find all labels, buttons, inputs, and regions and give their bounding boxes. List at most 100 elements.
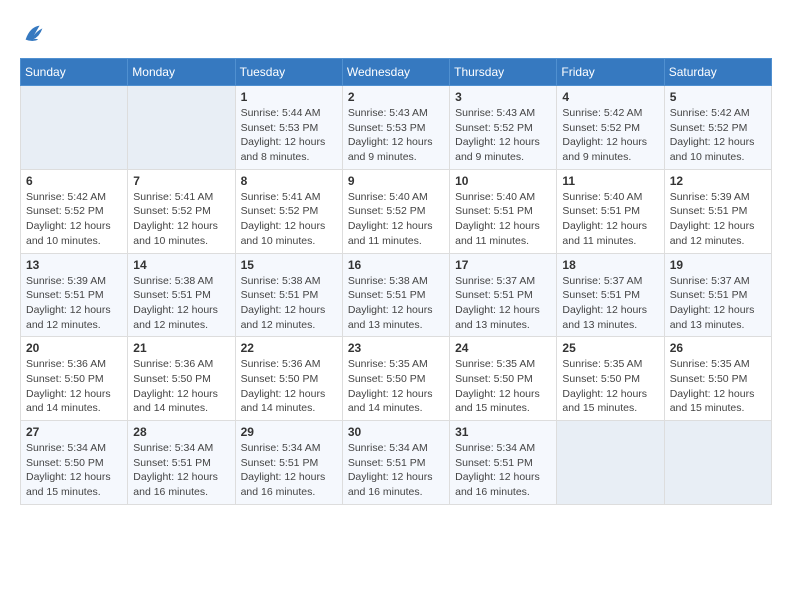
day-number: 28 xyxy=(133,425,229,439)
calendar-cell: 24 Sunrise: 5:35 AMSunset: 5:50 PMDayligh… xyxy=(450,337,557,421)
calendar-cell: 10 Sunrise: 5:40 AMSunset: 5:51 PMDayligh… xyxy=(450,169,557,253)
day-number: 5 xyxy=(670,90,766,104)
day-info: Sunrise: 5:34 AMSunset: 5:50 PMDaylight:… xyxy=(26,441,122,500)
calendar-cell: 2 Sunrise: 5:43 AMSunset: 5:53 PMDaylight… xyxy=(342,86,449,170)
day-info: Sunrise: 5:42 AMSunset: 5:52 PMDaylight:… xyxy=(670,106,766,165)
calendar-cell xyxy=(128,86,235,170)
day-number: 18 xyxy=(562,258,658,272)
day-info: Sunrise: 5:38 AMSunset: 5:51 PMDaylight:… xyxy=(133,274,229,333)
day-number: 15 xyxy=(241,258,337,272)
calendar-cell: 30Sunrise: 5:34 AMSunset: 5:51 PMDayligh… xyxy=(342,421,449,505)
day-number: 29 xyxy=(241,425,337,439)
calendar-cell xyxy=(21,86,128,170)
day-info: Sunrise: 5:40 AMSunset: 5:52 PMDaylight:… xyxy=(348,190,444,249)
calendar-table: SundayMondayTuesdayWednesdayThursdayFrid… xyxy=(20,58,772,505)
day-info: Sunrise: 5:36 AMSunset: 5:50 PMDaylight:… xyxy=(26,357,122,416)
column-header-wednesday: Wednesday xyxy=(342,59,449,86)
day-info: Sunrise: 5:42 AMSunset: 5:52 PMDaylight:… xyxy=(26,190,122,249)
day-number: 10 xyxy=(455,174,551,188)
calendar-week-row: 27 Sunrise: 5:34 AMSunset: 5:50 PMDayligh… xyxy=(21,421,772,505)
logo xyxy=(20,20,52,48)
calendar-cell: 18 Sunrise: 5:37 AMSunset: 5:51 PMDayligh… xyxy=(557,253,664,337)
calendar-cell: 25 Sunrise: 5:35 AMSunset: 5:50 PMDayligh… xyxy=(557,337,664,421)
calendar-cell: 29 Sunrise: 5:34 AMSunset: 5:51 PMDayligh… xyxy=(235,421,342,505)
calendar-cell xyxy=(664,421,771,505)
day-info: Sunrise: 5:40 AMSunset: 5:51 PMDaylight:… xyxy=(562,190,658,249)
day-number: 31 xyxy=(455,425,551,439)
column-header-tuesday: Tuesday xyxy=(235,59,342,86)
day-info: Sunrise: 5:39 AMSunset: 5:51 PMDaylight:… xyxy=(26,274,122,333)
day-number: 8 xyxy=(241,174,337,188)
day-info: Sunrise: 5:41 AMSunset: 5:52 PMDaylight:… xyxy=(241,190,337,249)
column-header-saturday: Saturday xyxy=(664,59,771,86)
day-info: Sunrise: 5:35 AMSunset: 5:50 PMDaylight:… xyxy=(562,357,658,416)
calendar-cell: 16 Sunrise: 5:38 AMSunset: 5:51 PMDayligh… xyxy=(342,253,449,337)
day-number: 2 xyxy=(348,90,444,104)
day-number: 3 xyxy=(455,90,551,104)
day-number: 21 xyxy=(133,341,229,355)
day-number: 12 xyxy=(670,174,766,188)
day-number: 11 xyxy=(562,174,658,188)
day-info: Sunrise: 5:35 AMSunset: 5:50 PMDaylight:… xyxy=(670,357,766,416)
day-number: 17 xyxy=(455,258,551,272)
calendar-header-row: SundayMondayTuesdayWednesdayThursdayFrid… xyxy=(21,59,772,86)
day-number: 16 xyxy=(348,258,444,272)
column-header-friday: Friday xyxy=(557,59,664,86)
calendar-cell: 15 Sunrise: 5:38 AMSunset: 5:51 PMDayligh… xyxy=(235,253,342,337)
day-number: 4 xyxy=(562,90,658,104)
day-info: Sunrise: 5:35 AMSunset: 5:50 PMDaylight:… xyxy=(348,357,444,416)
calendar-cell: 7Sunrise: 5:41 AMSunset: 5:52 PMDaylight… xyxy=(128,169,235,253)
day-number: 27 xyxy=(26,425,122,439)
calendar-cell: 26 Sunrise: 5:35 AMSunset: 5:50 PMDayligh… xyxy=(664,337,771,421)
calendar-week-row: 1 Sunrise: 5:44 AMSunset: 5:53 PMDaylight… xyxy=(21,86,772,170)
calendar-cell: 28 Sunrise: 5:34 AMSunset: 5:51 PMDayligh… xyxy=(128,421,235,505)
calendar-cell: 8 Sunrise: 5:41 AMSunset: 5:52 PMDaylight… xyxy=(235,169,342,253)
day-number: 9 xyxy=(348,174,444,188)
calendar-cell: 1 Sunrise: 5:44 AMSunset: 5:53 PMDaylight… xyxy=(235,86,342,170)
day-info: Sunrise: 5:40 AMSunset: 5:51 PMDaylight:… xyxy=(455,190,551,249)
calendar-cell: 31 Sunrise: 5:34 AMSunset: 5:51 PMDayligh… xyxy=(450,421,557,505)
day-info: Sunrise: 5:42 AMSunset: 5:52 PMDaylight:… xyxy=(562,106,658,165)
calendar-cell: 27 Sunrise: 5:34 AMSunset: 5:50 PMDayligh… xyxy=(21,421,128,505)
day-info: Sunrise: 5:35 AMSunset: 5:50 PMDaylight:… xyxy=(455,357,551,416)
day-info: Sunrise: 5:37 AMSunset: 5:51 PMDaylight:… xyxy=(670,274,766,333)
calendar-week-row: 13Sunrise: 5:39 AMSunset: 5:51 PMDayligh… xyxy=(21,253,772,337)
day-number: 1 xyxy=(241,90,337,104)
day-info: Sunrise: 5:38 AMSunset: 5:51 PMDaylight:… xyxy=(241,274,337,333)
calendar-cell: 21 Sunrise: 5:36 AMSunset: 5:50 PMDayligh… xyxy=(128,337,235,421)
day-number: 14 xyxy=(133,258,229,272)
day-number: 30 xyxy=(348,425,444,439)
calendar-cell: 13Sunrise: 5:39 AMSunset: 5:51 PMDayligh… xyxy=(21,253,128,337)
calendar-cell: 4 Sunrise: 5:42 AMSunset: 5:52 PMDaylight… xyxy=(557,86,664,170)
day-number: 19 xyxy=(670,258,766,272)
day-info: Sunrise: 5:44 AMSunset: 5:53 PMDaylight:… xyxy=(241,106,337,165)
page-header xyxy=(20,20,772,48)
day-info: Sunrise: 5:37 AMSunset: 5:51 PMDaylight:… xyxy=(562,274,658,333)
day-number: 26 xyxy=(670,341,766,355)
calendar-week-row: 6 Sunrise: 5:42 AMSunset: 5:52 PMDaylight… xyxy=(21,169,772,253)
calendar-cell: 11 Sunrise: 5:40 AMSunset: 5:51 PMDayligh… xyxy=(557,169,664,253)
day-info: Sunrise: 5:34 AMSunset: 5:51 PMDaylight:… xyxy=(455,441,551,500)
day-info: Sunrise: 5:43 AMSunset: 5:53 PMDaylight:… xyxy=(348,106,444,165)
day-info: Sunrise: 5:36 AMSunset: 5:50 PMDaylight:… xyxy=(133,357,229,416)
day-info: Sunrise: 5:41 AMSunset: 5:52 PMDaylight:… xyxy=(133,190,229,249)
calendar-cell: 17Sunrise: 5:37 AMSunset: 5:51 PMDayligh… xyxy=(450,253,557,337)
calendar-cell: 6 Sunrise: 5:42 AMSunset: 5:52 PMDaylight… xyxy=(21,169,128,253)
day-info: Sunrise: 5:43 AMSunset: 5:52 PMDaylight:… xyxy=(455,106,551,165)
day-number: 24 xyxy=(455,341,551,355)
calendar-cell: 23Sunrise: 5:35 AMSunset: 5:50 PMDayligh… xyxy=(342,337,449,421)
calendar-cell: 14 Sunrise: 5:38 AMSunset: 5:51 PMDayligh… xyxy=(128,253,235,337)
day-info: Sunrise: 5:38 AMSunset: 5:51 PMDaylight:… xyxy=(348,274,444,333)
day-number: 6 xyxy=(26,174,122,188)
calendar-cell: 19 Sunrise: 5:37 AMSunset: 5:51 PMDayligh… xyxy=(664,253,771,337)
calendar-cell: 5 Sunrise: 5:42 AMSunset: 5:52 PMDaylight… xyxy=(664,86,771,170)
calendar-cell: 9 Sunrise: 5:40 AMSunset: 5:52 PMDaylight… xyxy=(342,169,449,253)
day-info: Sunrise: 5:34 AMSunset: 5:51 PMDaylight:… xyxy=(133,441,229,500)
day-info: Sunrise: 5:39 AMSunset: 5:51 PMDaylight:… xyxy=(670,190,766,249)
column-header-monday: Monday xyxy=(128,59,235,86)
day-info: Sunrise: 5:34 AMSunset: 5:51 PMDaylight:… xyxy=(241,441,337,500)
calendar-cell xyxy=(557,421,664,505)
column-header-thursday: Thursday xyxy=(450,59,557,86)
day-number: 25 xyxy=(562,341,658,355)
calendar-cell: 20Sunrise: 5:36 AMSunset: 5:50 PMDayligh… xyxy=(21,337,128,421)
